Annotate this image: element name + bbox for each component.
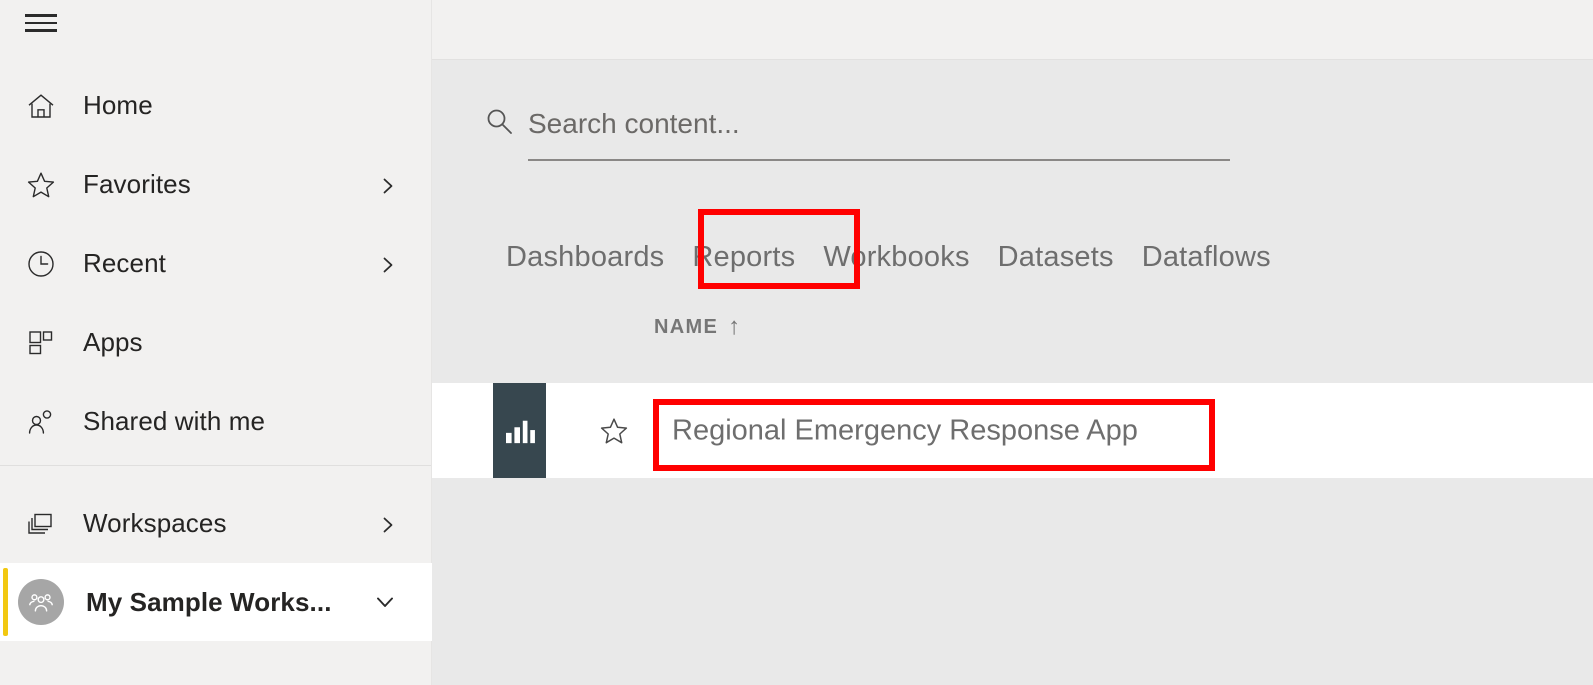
sidebar-item-label: Home [83, 90, 153, 120]
sidebar-item-my-sample-workspace[interactable]: My Sample Works... [0, 563, 432, 641]
top-header-bar [432, 0, 1593, 60]
sort-ascending-icon: ↑ [728, 313, 742, 340]
sidebar-item-label: Apps [83, 327, 143, 357]
chevron-right-icon[interactable] [378, 515, 396, 533]
group-avatar-icon [18, 579, 64, 625]
table-row[interactable]: Regional Emergency Response App [432, 383, 1593, 478]
sidebar-item-recent[interactable]: Recent [0, 224, 432, 303]
tab-dataflows[interactable]: Dataflows [1128, 222, 1285, 292]
column-header-name[interactable]: NAME ↑ [654, 315, 741, 339]
chevron-down-icon[interactable] [374, 591, 396, 613]
sidebar-item-workspaces[interactable]: Workspaces [0, 484, 432, 563]
sidebar-item-label: Favorites [83, 169, 191, 199]
search-bar [484, 98, 1280, 160]
sidebar-item-label: Shared with me [83, 406, 266, 436]
hamburger-bar-3 [25, 29, 57, 32]
hamburger-menu-icon[interactable] [25, 12, 59, 34]
home-icon [24, 89, 58, 123]
column-header-label: NAME [654, 315, 719, 338]
chevron-right-icon[interactable] [378, 255, 396, 273]
tab-dashboards[interactable]: Dashboards [492, 222, 678, 292]
chevron-right-icon[interactable] [378, 176, 396, 194]
sidebar-nav-lower: Workspaces My Sample Works... [0, 484, 432, 641]
report-bar-chart-icon [493, 383, 546, 478]
selected-indicator-bar [3, 568, 8, 636]
star-icon [24, 168, 58, 202]
apps-grid-icon [24, 326, 58, 360]
hamburger-bar-2 [25, 21, 57, 25]
sidebar-item-shared-with-me[interactable]: Shared with me [0, 382, 432, 461]
sidebar-item-home[interactable]: Home [0, 66, 432, 145]
search-underline [528, 159, 1230, 161]
sidebar-nav: Home Favorites Recent Apps Shared with m… [0, 66, 432, 461]
workspace-name-label: My Sample Works... [86, 586, 332, 617]
favorite-star-icon[interactable] [598, 415, 630, 447]
app-root: Home Favorites Recent Apps Shared with m… [0, 0, 1593, 685]
workspaces-stack-icon [24, 507, 58, 541]
content-type-tabs: Dashboards Reports Workbooks Datasets Da… [492, 222, 1285, 292]
report-name-link[interactable]: Regional Emergency Response App [672, 414, 1138, 447]
hamburger-bar-1 [25, 14, 57, 17]
sidebar-divider [0, 465, 431, 466]
sidebar-item-label: Workspaces [83, 508, 227, 538]
sidebar-item-favorites[interactable]: Favorites [0, 145, 432, 224]
content-area: Dashboards Reports Workbooks Datasets Da… [432, 60, 1593, 685]
search-input[interactable] [528, 98, 1280, 150]
clock-icon [24, 247, 58, 281]
tab-workbooks[interactable]: Workbooks [809, 222, 983, 292]
tab-datasets[interactable]: Datasets [984, 222, 1128, 292]
people-icon [24, 405, 58, 439]
sidebar-item-label: Recent [83, 248, 166, 278]
left-sidebar: Home Favorites Recent Apps Shared with m… [0, 0, 432, 685]
sidebar-item-apps[interactable]: Apps [0, 303, 432, 382]
tab-reports[interactable]: Reports [678, 222, 809, 292]
search-icon [484, 106, 514, 136]
